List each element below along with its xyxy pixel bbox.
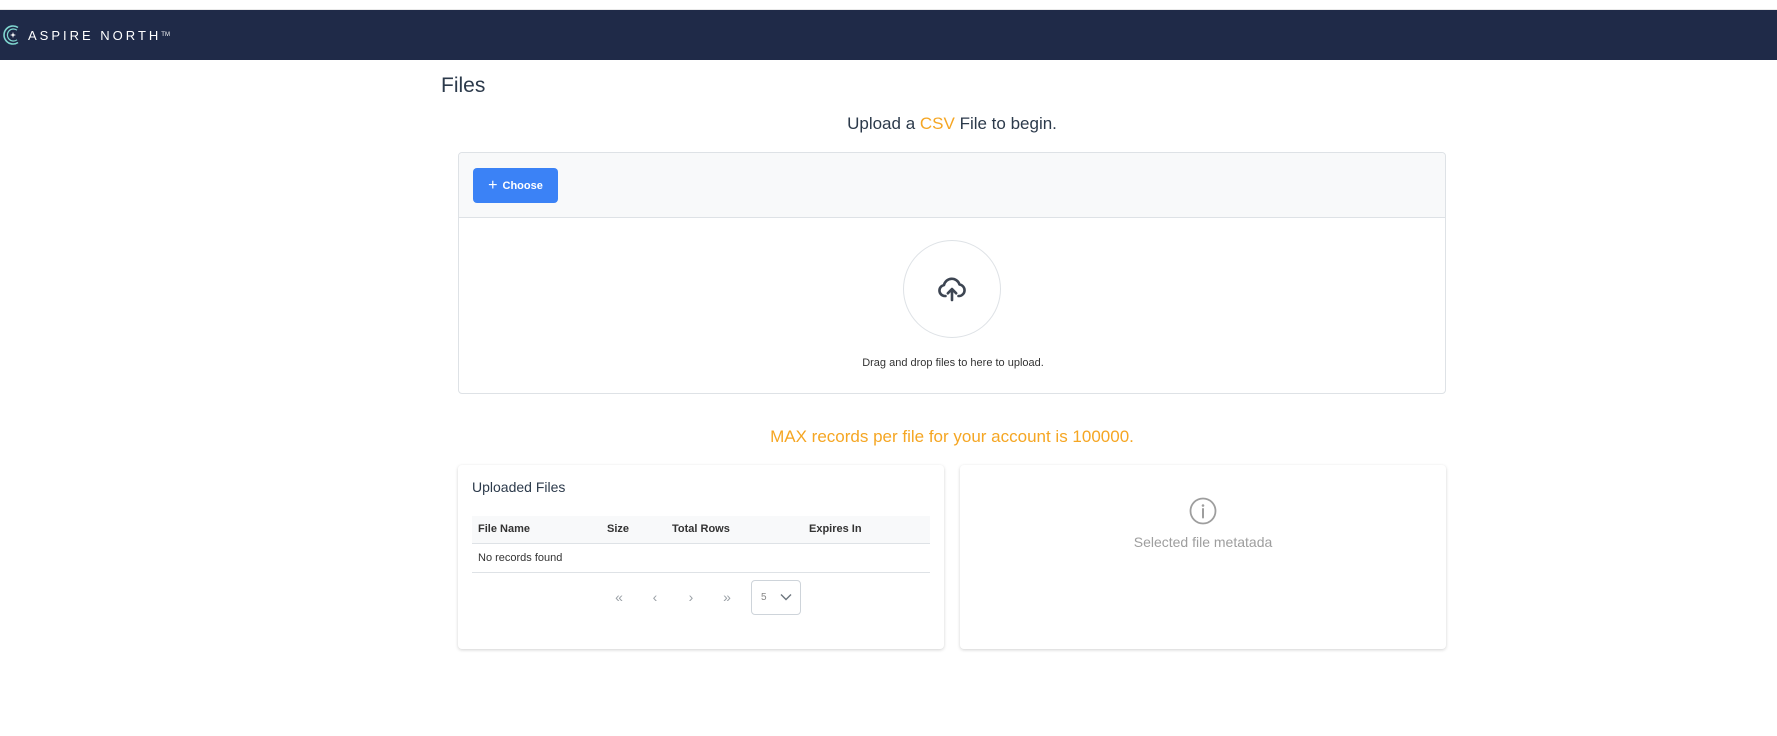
file-upload-panel: + Choose Drag and drop files to here to … xyxy=(458,152,1446,394)
first-page-button[interactable]: « xyxy=(601,579,637,615)
upload-icon-circle xyxy=(903,240,1001,338)
upload-instruction-prefix: Upload a xyxy=(847,114,920,133)
info-icon xyxy=(1189,497,1217,525)
next-page-button[interactable]: › xyxy=(673,579,709,615)
file-upload-toolbar: + Choose xyxy=(459,153,1445,218)
last-page-button[interactable]: » xyxy=(709,579,745,615)
upload-instruction: Upload a CSV File to begin. xyxy=(0,114,1777,134)
choose-file-button[interactable]: + Choose xyxy=(473,168,558,203)
top-navbar: ASPIRE NORTH TM xyxy=(0,10,1777,60)
brand-trademark: TM xyxy=(161,32,170,38)
file-drop-zone[interactable]: Drag and drop files to here to upload. xyxy=(459,218,1445,393)
uploaded-files-table: File Name Size Total Rows Expires In No … xyxy=(472,516,930,573)
plus-icon: + xyxy=(488,176,498,194)
previous-page-button[interactable]: ‹ xyxy=(637,579,673,615)
empty-table-message: No records found xyxy=(472,543,930,573)
brand-logo-icon xyxy=(3,25,19,45)
file-metadata-card: Selected file metatada xyxy=(960,465,1446,649)
rows-per-page-value: 5 xyxy=(761,591,767,603)
upload-instruction-suffix: File to begin. xyxy=(954,114,1057,133)
brand-name: ASPIRE NORTH xyxy=(28,27,162,43)
browser-top-strip xyxy=(0,0,1777,10)
column-header-size[interactable]: Size xyxy=(601,516,666,544)
table-row: No records found xyxy=(472,543,930,573)
csv-highlight: CSV xyxy=(919,114,955,133)
drag-drop-hint: Drag and drop files to here to upload. xyxy=(862,357,1044,369)
column-header-total-rows[interactable]: Total Rows xyxy=(666,516,803,544)
table-header-row: File Name Size Total Rows Expires In xyxy=(472,516,930,544)
chevron-down-icon xyxy=(780,594,792,601)
cloud-upload-icon xyxy=(938,277,966,302)
page-title: Files xyxy=(441,74,486,97)
uploaded-files-title: Uploaded Files xyxy=(472,479,566,495)
rows-per-page-dropdown[interactable]: 5 xyxy=(751,579,801,615)
column-header-expires-in[interactable]: Expires In xyxy=(803,516,930,544)
file-metadata-placeholder: Selected file metatada xyxy=(1133,534,1273,550)
choose-file-label: Choose xyxy=(502,179,543,192)
paginator: « ‹ › » 5 xyxy=(458,579,944,615)
max-records-notice: MAX records per file for your account is… xyxy=(770,427,1134,446)
column-header-file-name[interactable]: File Name xyxy=(472,516,601,544)
brand-logo[interactable]: ASPIRE NORTH TM xyxy=(2,24,170,46)
uploaded-files-card: Uploaded Files File Name Size Total Rows… xyxy=(458,465,944,649)
